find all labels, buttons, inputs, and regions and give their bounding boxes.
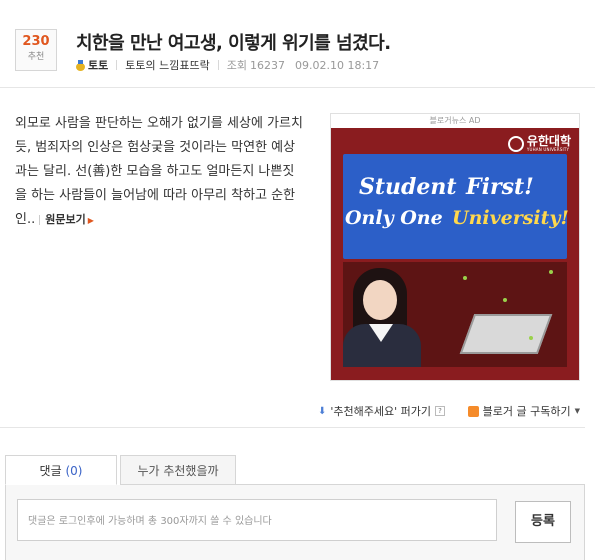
arrow-right-icon: ▶ — [87, 216, 94, 225]
chevron-down-icon: ▼ — [574, 407, 580, 415]
down-arrow-icon: ⬇ — [317, 405, 327, 417]
tab-recommenders[interactable]: 누가 추천했을까 — [120, 455, 236, 485]
slogan-first: First! — [466, 174, 534, 200]
university-name: 유한대학 — [526, 134, 571, 148]
recommend-count-box[interactable]: 230 추천 — [15, 29, 57, 71]
subscribe-label: 블로거 글 구독하기 — [482, 405, 571, 418]
sparkle-dot — [549, 270, 553, 274]
post-summary: 외모로 사람을 판단하는 오해가 없기를 세상에 가르치듯, 범죄자의 인상은 … — [15, 112, 305, 233]
student-photo — [343, 262, 567, 367]
slogan-student: Student — [359, 174, 457, 200]
subscribe-button[interactable]: 블로거 글 구독하기 ▼ — [467, 403, 580, 419]
post-header: 230 추천 치한을 만난 여고생, 이렇게 위기를 넘겼다. 토토 토토의 느… — [0, 0, 595, 88]
read-original-link[interactable]: 원문보기 ▶ — [45, 213, 94, 226]
tab-comments-count: (0) — [65, 464, 83, 478]
university-sub: YUHAN UNIVERSITY — [526, 147, 570, 152]
author-name[interactable]: 토토 — [88, 57, 108, 73]
comment-form: 댓글은 로그인후에 가능하며 총 300자까지 쓸 수 있습니다 등록 — [5, 485, 585, 560]
read-original-label: 원문보기 — [45, 213, 86, 226]
sparkle-dot — [503, 298, 507, 302]
medal-icon — [76, 59, 85, 71]
views-count: 16237 — [249, 58, 285, 72]
share-recommend-label: '추천해주세요' 퍼가기 — [330, 405, 431, 418]
post-actions: ⬇ '추천해주세요' 퍼가기 ? 블로거 글 구독하기 ▼ — [0, 398, 585, 424]
ad-slogan-panel: Student First! Only One University! — [343, 154, 569, 259]
sparkle-dot — [529, 336, 533, 340]
advertisement[interactable]: 블로거뉴스 AD 유한대학 YUHAN UNIVERSITY Student F… — [330, 113, 580, 381]
tab-comments[interactable]: 댓글 (0) — [5, 455, 117, 485]
ad-banner[interactable]: 유한대학 YUHAN UNIVERSITY Student First! Onl… — [331, 128, 579, 380]
submit-comment-button[interactable]: 등록 — [515, 501, 571, 543]
post-meta: 토토 토토의 느낌표뜨락 조회 16237 09.02.10 18:17 — [76, 57, 379, 73]
recommend-label: 추천 — [27, 52, 45, 62]
post-title[interactable]: 치한을 만난 여고생, 이렇게 위기를 넘겼다. — [76, 29, 391, 55]
meta-divider — [217, 60, 219, 70]
student-face — [363, 280, 397, 320]
comment-input[interactable]: 댓글은 로그인후에 가능하며 총 300자까지 쓸 수 있습니다 — [17, 499, 497, 541]
slogan-only-one: Only One — [345, 207, 443, 229]
actions-divider — [0, 427, 585, 428]
help-icon[interactable]: ? — [435, 406, 445, 416]
comment-placeholder: 댓글은 로그인후에 가능하며 총 300자까지 쓸 수 있습니다 — [28, 516, 272, 527]
slogan-university: University! — [452, 207, 569, 229]
sparkle-dot — [463, 276, 467, 280]
ad-tag: 블로거뉴스 AD — [429, 116, 481, 125]
university-logo: 유한대학 YUHAN UNIVERSITY — [507, 134, 571, 154]
meta-divider — [116, 60, 118, 70]
views-label: 조회 — [226, 59, 247, 72]
summary-text: 외모로 사람을 판단하는 오해가 없기를 세상에 가르치듯, 범죄자의 인상은 … — [15, 116, 303, 227]
comment-tabs: 댓글 (0) 누가 추천했을까 — [5, 455, 585, 485]
blog-name[interactable]: 토토의 느낌표뜨락 — [125, 57, 209, 73]
recommend-count: 230 — [22, 34, 50, 49]
rss-icon — [467, 405, 479, 417]
more-divider — [39, 214, 41, 225]
laptop-image — [459, 314, 553, 354]
tab-comments-label: 댓글 — [39, 464, 62, 478]
post-date: 09.02.10 18:17 — [294, 58, 380, 72]
share-recommend-button[interactable]: ⬇ '추천해주세요' 퍼가기 ? — [318, 403, 445, 419]
university-seal-icon — [507, 136, 524, 152]
tab-recommenders-label: 누가 추천했을까 — [137, 464, 219, 478]
